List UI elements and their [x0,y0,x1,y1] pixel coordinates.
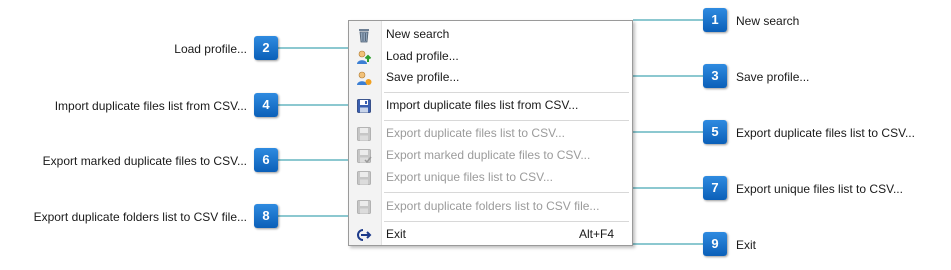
file-context-menu: New search Load profile... Save profile.… [348,20,633,246]
callout-label-6: Export marked duplicate files to CSV... [42,154,247,168]
floppy-disk-icon [357,99,371,113]
menu-item-label: Export duplicate folders list to CSV fil… [386,199,600,213]
callout-label-3: Save profile... [736,70,810,84]
callout-badge-3: 3 [703,64,727,88]
menu-item-label: Exit [386,227,407,241]
menu-separator [384,92,629,93]
menu-item-label: Export duplicate files list to CSV... [386,126,565,140]
floppy-disk-icon [357,149,372,164]
exit-arrow-icon [357,229,372,241]
menu-item-export-duplicate-folders[interactable]: Export duplicate folders list to CSV fil… [349,196,632,217]
menu-item-import-duplicate-files[interactable]: Import duplicate files list from CSV... [349,95,632,116]
menu-item-save-profile[interactable]: Save profile... [349,67,632,88]
callout-label-4: Import duplicate files list from CSV... [54,99,247,113]
callout-label-7: Export unique files list to CSV... [736,182,903,196]
recycle-bin-icon [359,29,369,43]
menu-item-load-profile[interactable]: Load profile... [349,46,632,67]
callout-label-2: Load profile... [174,42,247,56]
menu-item-exit[interactable]: Exit Alt+F4 [349,224,632,245]
menu-item-label: Load profile... [386,49,459,63]
menu-item-label: New search [386,27,450,41]
callout-badge-6: 6 [254,148,278,172]
menu-item-shortcut: Alt+F4 [578,227,614,241]
menu-item-label: Export unique files list to CSV... [386,170,553,184]
menu-item-export-unique-files[interactable]: Export unique files list to CSV... [349,167,632,188]
menu-item-label: Save profile... [386,70,460,84]
menu-item-export-marked-duplicates[interactable]: Export marked duplicate files to CSV... [349,145,632,166]
callout-badge-2: 2 [254,36,278,60]
user-load-icon [357,50,372,64]
menu-separator [384,221,629,222]
menu-item-new-search[interactable]: New search [349,24,632,45]
callout-badge-7: 7 [703,176,727,200]
callout-label-8: Export duplicate folders list to CSV fil… [33,210,247,224]
floppy-disk-icon [357,127,371,141]
floppy-disk-icon [357,171,371,185]
callout-badge-4: 4 [254,93,278,117]
callout-label-1: New search [736,14,800,28]
menu-separator [384,192,629,193]
floppy-disk-icon [357,200,371,214]
menu-item-label: Export marked duplicate files to CSV... [386,148,591,162]
user-save-icon [357,71,372,85]
menu-separator [384,120,629,121]
callout-badge-8: 8 [254,204,278,228]
callout-badge-9: 9 [703,232,727,256]
menu-item-export-duplicate-files[interactable]: Export duplicate files list to CSV... [349,123,632,144]
menu-item-label: Import duplicate files list from CSV... [386,98,579,112]
callout-label-5: Export duplicate files list to CSV... [736,126,915,140]
callout-badge-1: 1 [703,8,727,32]
callout-badge-5: 5 [703,120,727,144]
callout-label-9: Exit [736,238,757,252]
